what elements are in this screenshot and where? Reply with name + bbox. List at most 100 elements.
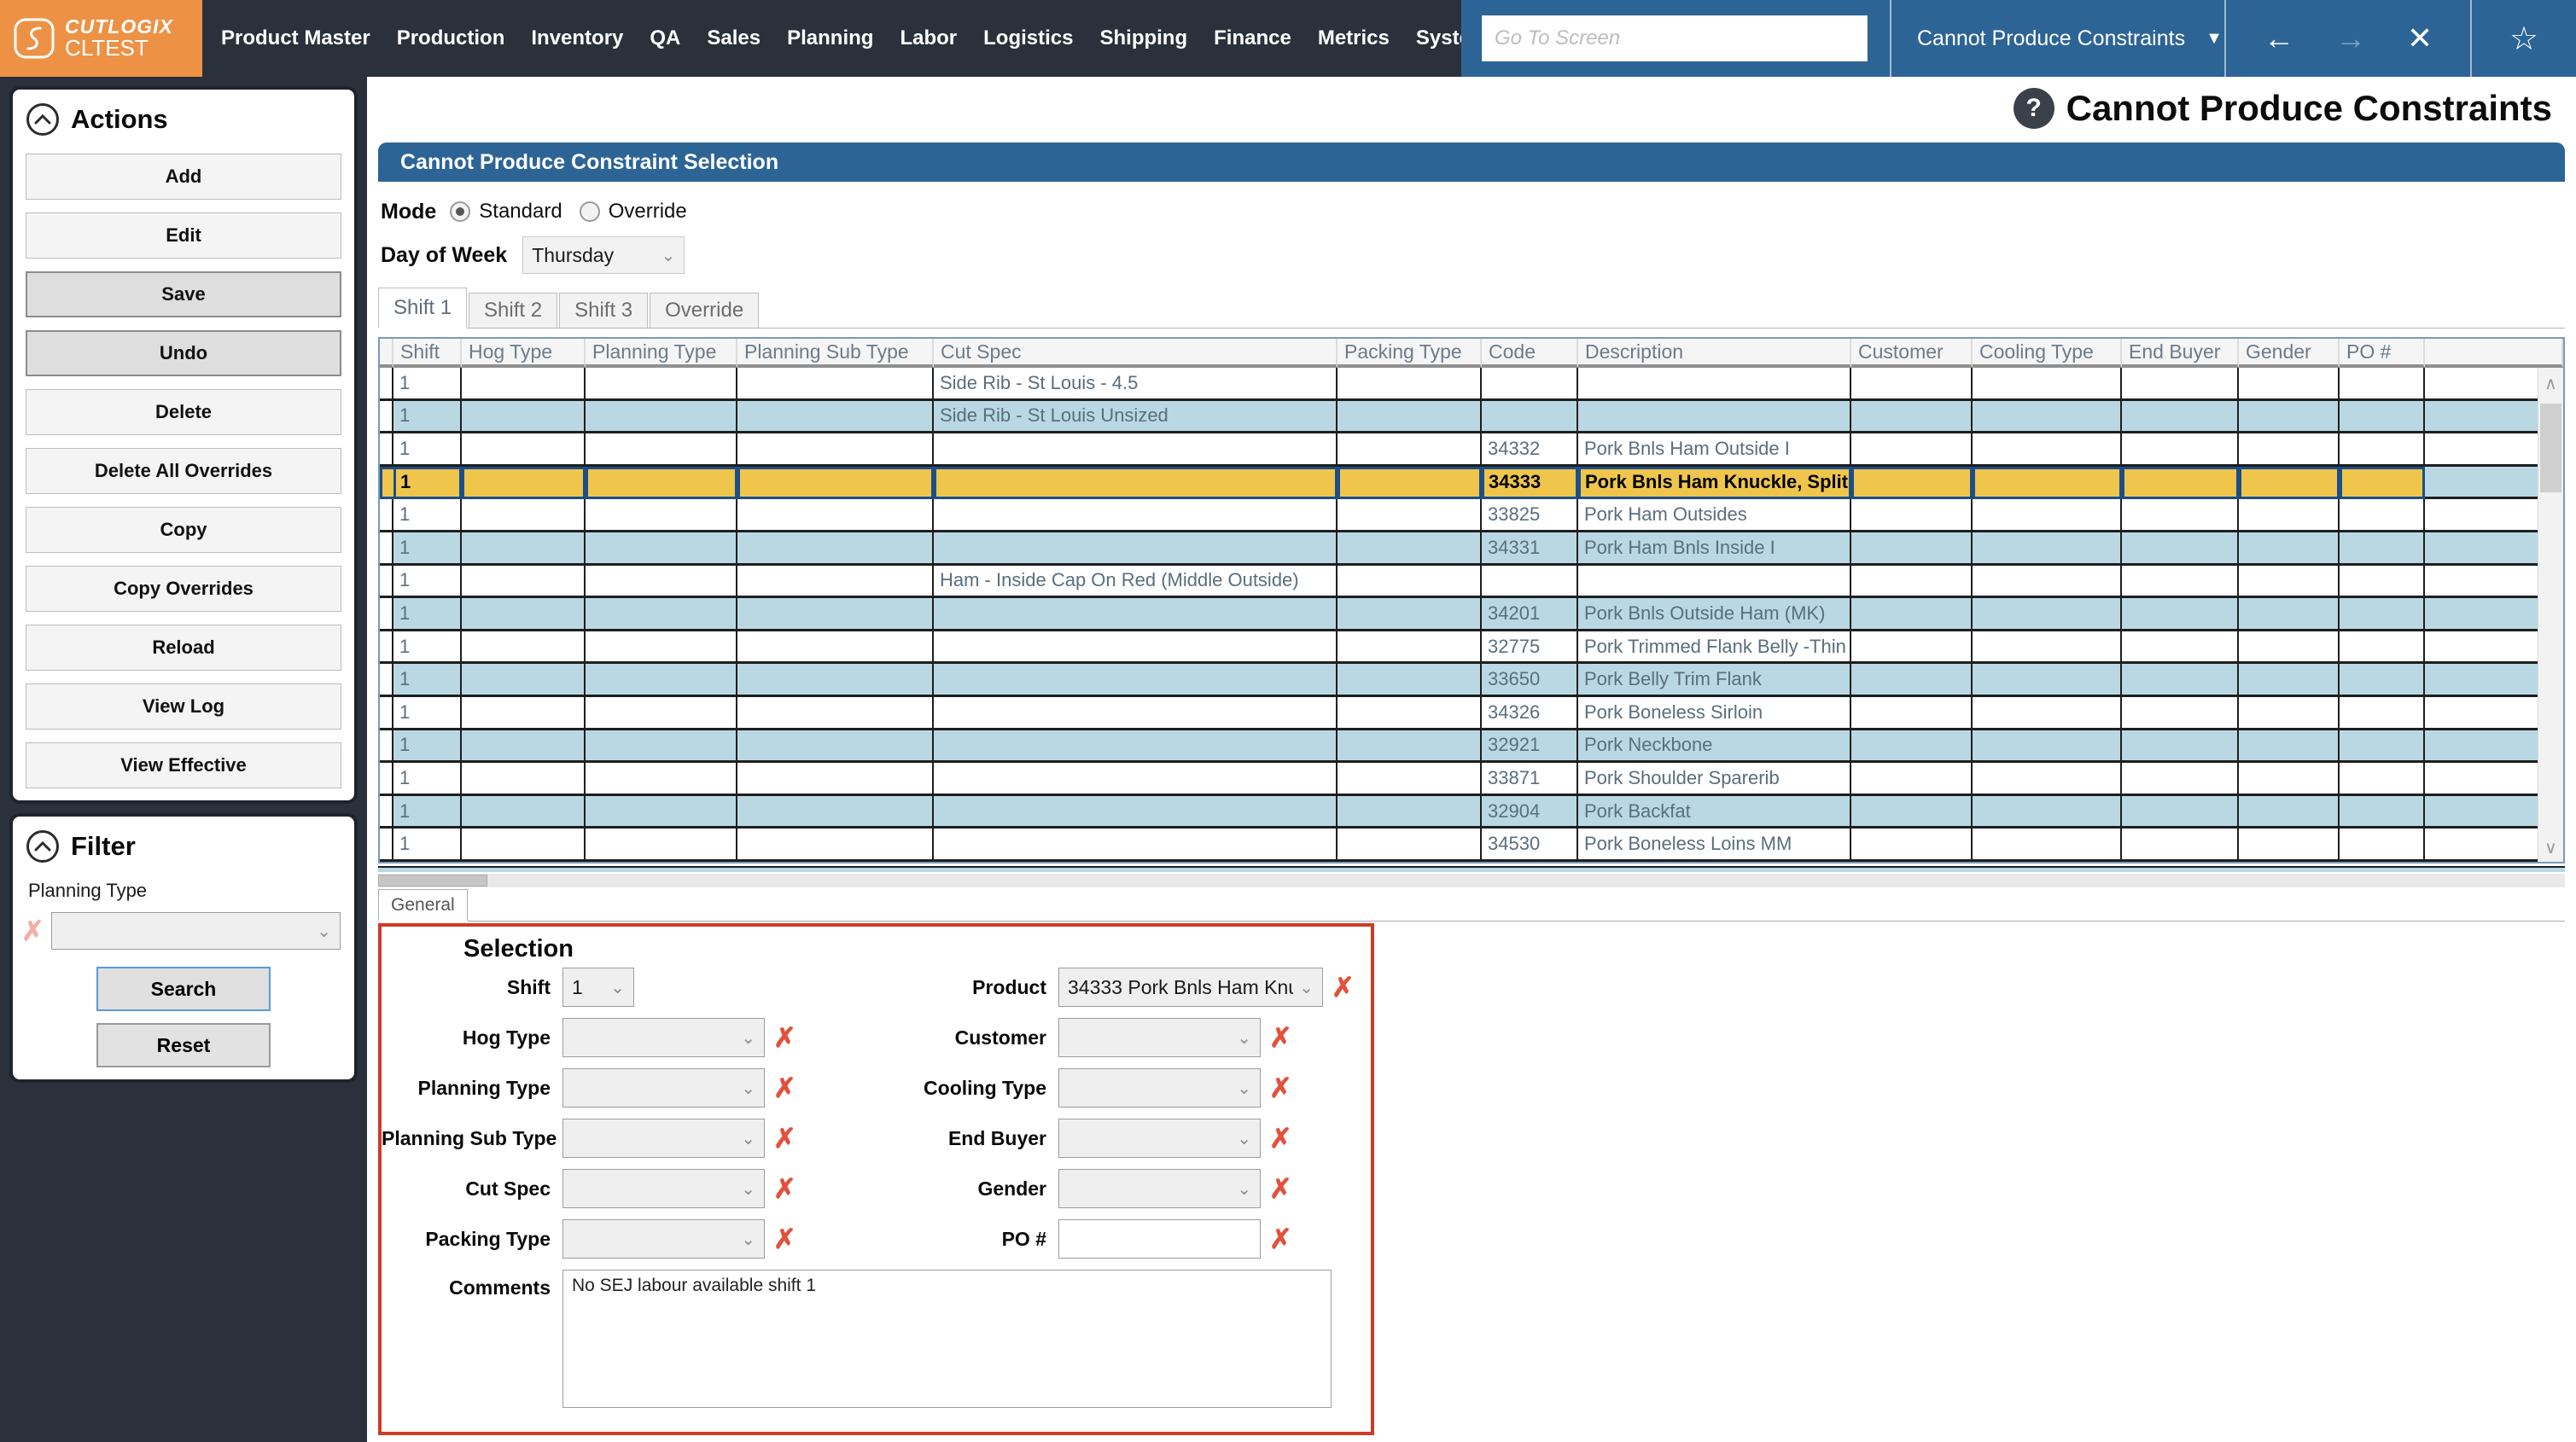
table-cell-planning-type[interactable] xyxy=(586,499,737,532)
table-cell-packing-type[interactable] xyxy=(1338,532,1482,566)
table-cell-gutter[interactable] xyxy=(380,368,393,401)
collapse-filter-icon[interactable] xyxy=(26,830,59,863)
clear-planning-type-icon[interactable]: ✗ xyxy=(773,1074,796,1102)
table-cell-code[interactable] xyxy=(1482,566,1578,599)
tab-override[interactable]: Override xyxy=(650,293,759,328)
table-cell-po[interactable] xyxy=(2340,631,2425,665)
horizontal-scrollbar[interactable] xyxy=(378,874,2565,887)
table-cell-code[interactable]: 34530 xyxy=(1482,829,1578,862)
action-reload-button[interactable]: Reload xyxy=(26,625,341,671)
table-cell-description[interactable]: Pork Backfat xyxy=(1578,796,1851,829)
table-cell-planning-sub-type[interactable] xyxy=(737,467,934,500)
table-cell-po[interactable] xyxy=(2340,697,2425,730)
table-cell-end-buyer[interactable] xyxy=(2122,499,2239,532)
mode-option-override[interactable]: Override xyxy=(580,200,687,224)
table-cell-po[interactable] xyxy=(2340,598,2425,631)
shift-select[interactable]: 1⌄ xyxy=(562,968,634,1007)
table-cell-planning-sub-type[interactable] xyxy=(737,566,934,599)
table-cell-packing-type[interactable] xyxy=(1338,829,1482,862)
table-cell-hog-type[interactable] xyxy=(462,368,586,401)
table-cell-code[interactable]: 34326 xyxy=(1482,697,1578,730)
table-cell-gutter[interactable] xyxy=(380,730,393,764)
table-cell-hog-type[interactable] xyxy=(462,829,586,862)
table-cell-packing-type[interactable] xyxy=(1338,763,1482,796)
table-cell-cut-spec[interactable]: Side Rib - St Louis Unsized xyxy=(934,401,1338,434)
table-cell-packing-type[interactable] xyxy=(1338,598,1482,631)
table-cell-po[interactable] xyxy=(2340,401,2425,434)
table-cell-code[interactable] xyxy=(1482,368,1578,401)
table-cell-shift[interactable]: 1 xyxy=(393,796,462,829)
menu-item-metrics[interactable]: Metrics xyxy=(1318,26,1390,50)
action-copy-button[interactable]: Copy xyxy=(26,507,341,553)
forward-arrow-icon[interactable]: → xyxy=(2335,23,2366,54)
table-cell-cut-spec[interactable] xyxy=(934,598,1338,631)
table-cell-planning-type[interactable] xyxy=(586,598,737,631)
table-cell-description[interactable]: Pork Ham Bnls Inside I xyxy=(1578,532,1851,566)
table-cell-packing-type[interactable] xyxy=(1338,368,1482,401)
table-cell-po[interactable] xyxy=(2340,433,2425,467)
horizontal-scrollbar-thumb[interactable] xyxy=(378,875,487,887)
menu-item-planning[interactable]: Planning xyxy=(787,26,873,50)
table-cell-planning-sub-type[interactable] xyxy=(737,401,934,434)
table-cell-description[interactable]: Pork Belly Trim Flank xyxy=(1578,664,1851,697)
cooling-type-select[interactable]: ⌄ xyxy=(1058,1068,1261,1108)
table-cell-shift[interactable]: 1 xyxy=(393,631,462,665)
table-cell-shift[interactable]: 1 xyxy=(393,499,462,532)
table-cell-planning-type[interactable] xyxy=(586,368,737,401)
table-cell-gender[interactable] xyxy=(2239,598,2340,631)
clear-hog-type-icon[interactable]: ✗ xyxy=(773,1024,796,1051)
clear-gender-icon[interactable]: ✗ xyxy=(1269,1175,1292,1202)
menu-item-qa[interactable]: QA xyxy=(650,26,680,50)
screen-dropdown[interactable]: Cannot Produce Constraints ▼ xyxy=(1890,0,2224,77)
table-cell-gutter[interactable] xyxy=(380,433,393,467)
table-cell-customer[interactable] xyxy=(1851,566,1973,599)
table-cell-shift[interactable]: 1 xyxy=(393,532,462,566)
table-cell-description[interactable]: Pork Trimmed Flank Belly -Thin xyxy=(1578,631,1851,665)
table-cell-end-buyer[interactable] xyxy=(2122,433,2239,467)
table-cell-end-buyer[interactable] xyxy=(2122,368,2239,401)
table-cell-customer[interactable] xyxy=(1851,467,1973,500)
table-cell-planning-sub-type[interactable] xyxy=(737,631,934,665)
scroll-up-icon[interactable]: ∧ xyxy=(2538,373,2563,394)
table-cell-planning-sub-type[interactable] xyxy=(737,829,934,862)
table-cell-po[interactable] xyxy=(2340,730,2425,764)
menu-item-finance[interactable]: Finance xyxy=(1214,26,1291,50)
end-buyer-select[interactable]: ⌄ xyxy=(1058,1119,1261,1158)
search-button[interactable]: Search xyxy=(96,967,271,1011)
table-cell-cooling-type[interactable] xyxy=(1973,796,2122,829)
table-cell-code[interactable]: 33871 xyxy=(1482,763,1578,796)
table-cell-planning-type[interactable] xyxy=(586,631,737,665)
menu-item-product-master[interactable]: Product Master xyxy=(221,26,370,50)
table-cell-code[interactable]: 33650 xyxy=(1482,664,1578,697)
vertical-scrollbar[interactable]: ∧ ∨ xyxy=(2538,368,2563,862)
table-cell-end-buyer[interactable] xyxy=(2122,566,2239,599)
table-cell-description[interactable]: Pork Ham Outsides xyxy=(1578,499,1851,532)
action-view-effective-button[interactable]: View Effective xyxy=(26,742,341,788)
table-cell-cooling-type[interactable] xyxy=(1973,433,2122,467)
table-cell-customer[interactable] xyxy=(1851,730,1973,764)
favorite-star-icon[interactable]: ☆ xyxy=(2509,20,2538,58)
table-cell-cut-spec[interactable]: Side Rib - St Louis - 4.5 xyxy=(934,368,1338,401)
table-cell-packing-type[interactable] xyxy=(1338,499,1482,532)
table-cell-planning-sub-type[interactable] xyxy=(737,532,934,566)
action-copy-overrides-button[interactable]: Copy Overrides xyxy=(26,566,341,612)
menu-item-inventory[interactable]: Inventory xyxy=(531,26,623,50)
table-cell-customer[interactable] xyxy=(1851,532,1973,566)
tab-shift-2[interactable]: Shift 2 xyxy=(469,293,557,328)
clear-customer-icon[interactable]: ✗ xyxy=(1269,1024,1292,1051)
menu-item-sales[interactable]: Sales xyxy=(707,26,761,50)
table-cell-planning-sub-type[interactable] xyxy=(737,796,934,829)
cut-spec-select[interactable]: ⌄ xyxy=(562,1169,765,1208)
table-cell-description[interactable]: Pork Bnls Ham Knuckle, Split I xyxy=(1578,467,1851,500)
table-cell-code[interactable]: 34201 xyxy=(1482,598,1578,631)
table-cell-end-buyer[interactable] xyxy=(2122,467,2239,500)
table-cell-description[interactable] xyxy=(1578,401,1851,434)
packing-type-select[interactable]: ⌄ xyxy=(562,1219,765,1259)
table-cell-planning-type[interactable] xyxy=(586,433,737,467)
menu-item-production[interactable]: Production xyxy=(397,26,505,50)
table-cell-hog-type[interactable] xyxy=(462,796,586,829)
table-cell-description[interactable]: Pork Boneless Loins MM xyxy=(1578,829,1851,862)
menu-item-shipping[interactable]: Shipping xyxy=(1099,26,1187,50)
table-cell-hog-type[interactable] xyxy=(462,467,586,500)
table-cell-shift[interactable]: 1 xyxy=(393,368,462,401)
